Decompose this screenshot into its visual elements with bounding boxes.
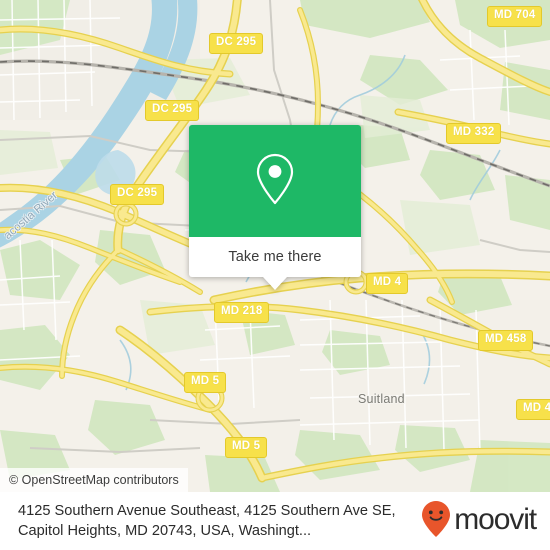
attribution-text: © OpenStreetMap contributors [9, 473, 179, 487]
popup-pointer-tip [263, 277, 287, 290]
moovit-pin-icon [421, 500, 451, 543]
moovit-map-screenshot: acostia River Suitland MD 704 DC 295 DC … [0, 0, 550, 550]
road-shield-dc-295-a[interactable]: DC 295 [209, 33, 264, 54]
road-shield-md-5-a[interactable]: MD 5 [184, 372, 227, 393]
road-shield-md-332[interactable]: MD 332 [446, 123, 502, 144]
road-shield-md-704[interactable]: MD 704 [487, 6, 543, 27]
destination-popup-card[interactable]: Take me there [189, 125, 361, 290]
map-label-suitland: Suitland [358, 392, 405, 406]
address-text: 4125 Southern Avenue Southeast, 4125 Sou… [18, 503, 396, 539]
road-shield-md-4-a[interactable]: MD 4 [366, 273, 409, 294]
map-canvas[interactable]: acostia River Suitland MD 704 DC 295 DC … [0, 0, 550, 492]
map-attribution[interactable]: © OpenStreetMap contributors [0, 468, 188, 492]
road-shield-md-458[interactable]: MD 458 [478, 330, 534, 351]
road-shield-md-5-b[interactable]: MD 5 [225, 437, 268, 458]
footer-bar: 4125 Southern Avenue Southeast, 4125 Sou… [0, 492, 550, 550]
moovit-logo[interactable]: moovit [421, 500, 537, 543]
road-shield-md-4-b[interactable]: MD 4 [516, 399, 550, 420]
take-me-there-label: Take me there [228, 249, 322, 265]
take-me-there-button[interactable]: Take me there [189, 237, 361, 277]
popup-pin-panel [189, 125, 361, 237]
map-pin-icon [253, 152, 297, 211]
road-shield-dc-295-b[interactable]: DC 295 [145, 100, 200, 121]
road-shield-md-218[interactable]: MD 218 [214, 302, 270, 323]
road-shield-dc-295-c[interactable]: DC 295 [110, 184, 165, 205]
moovit-wordmark: moovit [454, 502, 537, 536]
